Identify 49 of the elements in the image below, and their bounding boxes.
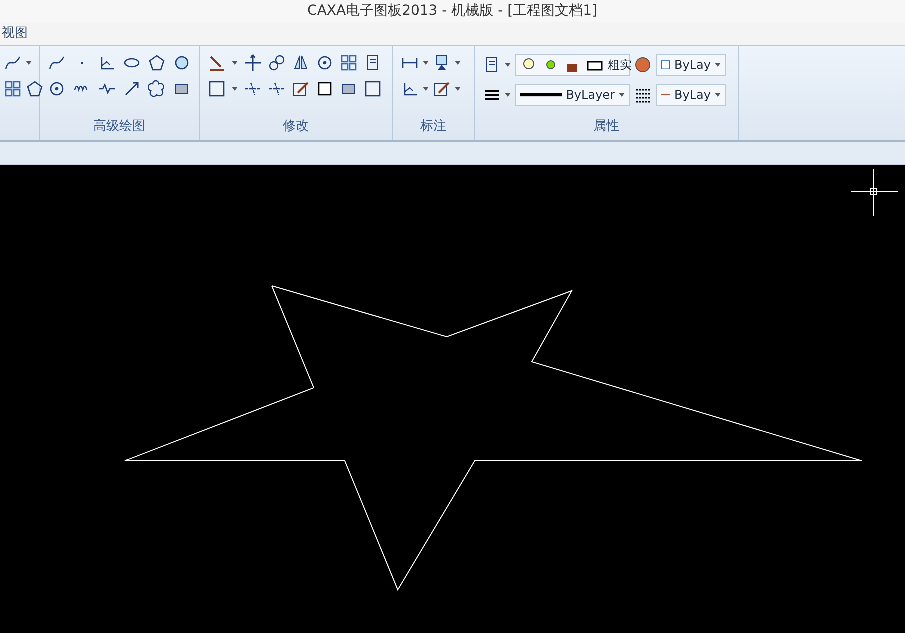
dashed-line-icon[interactable] bbox=[244, 80, 262, 98]
move-icon[interactable] bbox=[244, 54, 262, 72]
mirror-icon[interactable] bbox=[292, 54, 310, 72]
caret-icon[interactable] bbox=[715, 63, 721, 67]
dropdown[interactable]: ByLay bbox=[656, 84, 726, 106]
cloud-icon[interactable] bbox=[148, 80, 166, 98]
caret-icon[interactable] bbox=[455, 87, 461, 91]
caret-icon[interactable] bbox=[505, 63, 511, 67]
circles-icon[interactable] bbox=[268, 54, 286, 72]
color-swatch-icon bbox=[661, 58, 671, 72]
square-icon[interactable] bbox=[208, 80, 226, 98]
caret-icon[interactable] bbox=[232, 61, 238, 65]
dropdown[interactable]: ByLayer bbox=[515, 84, 630, 106]
dashed-line-icon[interactable] bbox=[268, 80, 286, 98]
square-icon[interactable] bbox=[316, 80, 334, 98]
window-title: CAXA电子图板2013 - 机械版 - [工程图文档1] bbox=[308, 2, 598, 20]
line-type-sample-icon bbox=[661, 94, 671, 96]
circle-icon[interactable] bbox=[173, 54, 191, 72]
caret-icon[interactable] bbox=[423, 61, 429, 65]
grid-icon[interactable] bbox=[340, 54, 358, 72]
dropdown[interactable]: 粗实 bbox=[515, 54, 630, 76]
ribbon-group-label: 属性 bbox=[592, 118, 620, 136]
menu-item[interactable]: 视图 bbox=[0, 24, 30, 44]
caret-icon[interactable] bbox=[455, 61, 461, 65]
caret-icon[interactable] bbox=[423, 87, 429, 91]
spline-curve-icon[interactable] bbox=[48, 54, 66, 72]
dropdown-value: ByLay bbox=[674, 87, 711, 104]
edit-icon[interactable] bbox=[433, 80, 451, 98]
dropdown-value: ByLayer bbox=[566, 87, 615, 104]
pentagon-icon[interactable] bbox=[148, 54, 166, 72]
caret-icon[interactable] bbox=[619, 93, 625, 97]
ribbon-group-label: 高级绘图 bbox=[92, 118, 146, 136]
caret-icon[interactable] bbox=[232, 87, 238, 91]
line-weight-sample-icon bbox=[520, 93, 562, 97]
grid-icon[interactable] bbox=[4, 80, 22, 98]
caret-icon[interactable] bbox=[505, 93, 511, 97]
dropdown-value: 粗实 bbox=[608, 57, 632, 74]
ribbon-group-label: 修改 bbox=[282, 118, 310, 136]
pentagon-icon[interactable] bbox=[26, 80, 44, 98]
spline-curve-icon[interactable] bbox=[4, 54, 22, 72]
square-icon[interactable] bbox=[364, 80, 382, 98]
ribbon-group-label: 标注 bbox=[420, 118, 448, 136]
dropdown[interactable]: ByLay bbox=[656, 54, 726, 76]
crosshair-cursor-icon bbox=[850, 168, 898, 216]
dropdown-value: ByLay bbox=[674, 57, 711, 74]
edit-icon[interactable] bbox=[292, 80, 310, 98]
arrow-icon[interactable] bbox=[123, 80, 141, 98]
caret-icon[interactable] bbox=[715, 93, 721, 97]
caret-icon[interactable] bbox=[26, 61, 32, 65]
